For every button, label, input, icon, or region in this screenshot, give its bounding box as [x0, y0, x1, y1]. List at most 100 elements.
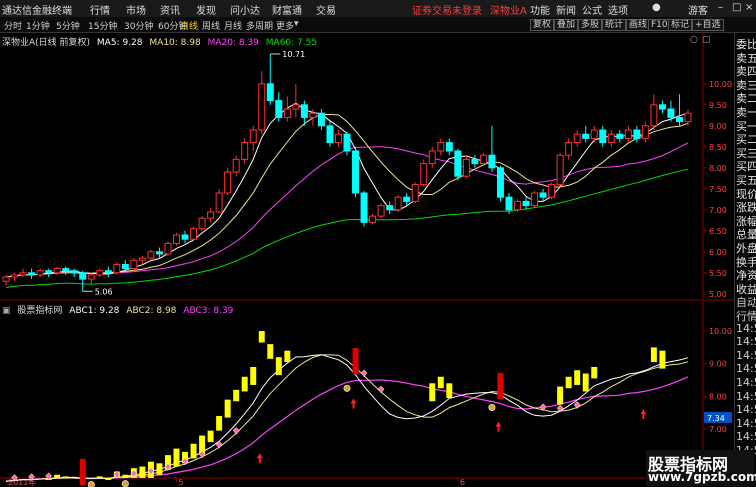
pane-expand-icon[interactable]: ▢ [702, 35, 711, 45]
signal-bar [173, 448, 180, 467]
signal-bar [250, 366, 257, 385]
ma20-line [5, 142, 689, 278]
pane-close-icon[interactable]: ○ [690, 35, 698, 45]
signal-bar [258, 331, 265, 343]
abc3-legend: ABC3: 8.39 [183, 306, 234, 316]
candle-body [641, 125, 649, 139]
signal-bar [267, 344, 274, 359]
candle-body [104, 270, 112, 274]
kline-chart[interactable]: 10.00 9.50 9.00 8.50 8.00 7.50 7.00 6.50 6.00 5.5… [0, 0, 734, 487]
candle-body [531, 192, 539, 207]
candle-body [190, 228, 198, 240]
ma5-legend: MA5: 9.28 [96, 38, 143, 48]
candle-body [334, 133, 342, 144]
candle-body [121, 263, 129, 270]
candle-body [53, 268, 61, 274]
candle-body [565, 142, 573, 156]
date-label: 5 [179, 478, 184, 487]
price-tick-label: 5.50 [709, 269, 727, 278]
signal-bar [557, 386, 564, 405]
candle-body [181, 234, 189, 240]
candle-body [394, 196, 402, 211]
indicator-tick-label: 9.00 [709, 360, 727, 369]
indicator-tick-label: 8.00 [709, 392, 727, 401]
candle-body [300, 104, 308, 118]
side-panel-label: 14:5 [736, 321, 756, 335]
side-panel-label: 14:5 [736, 376, 756, 389]
indicator-tick-label: 10.00 [709, 327, 732, 336]
candle-body [599, 129, 607, 144]
candle-body [11, 274, 19, 278]
candle-body [317, 112, 325, 127]
candle-body [582, 133, 590, 139]
candle-body [173, 234, 180, 244]
candle-body [130, 259, 138, 270]
signal-bar [574, 370, 581, 385]
candle-body [369, 215, 377, 223]
candle-body [454, 150, 462, 177]
candle-body [573, 133, 581, 144]
candle-body [667, 108, 675, 118]
signal-bar [62, 476, 69, 479]
candle-body [62, 268, 70, 272]
coin-icon [488, 404, 496, 412]
watermark-url: www.7gpzb.com [648, 470, 756, 484]
candle-body [522, 200, 530, 207]
candle-body [147, 251, 155, 259]
ma10-legend: MA10: 8.98 [149, 38, 201, 48]
signal-bar [659, 350, 666, 369]
candle-body [138, 257, 146, 261]
candle-body [241, 142, 249, 160]
abc1-legend: ABC1: 9.28 [69, 306, 120, 316]
candle-body [224, 171, 232, 194]
up-arrow-icon [256, 453, 263, 464]
candle-body [539, 192, 547, 198]
candle-body [488, 154, 496, 169]
candle-body [113, 263, 121, 274]
candle-body [292, 104, 300, 110]
signal-bar [582, 373, 589, 392]
candle-body [650, 104, 658, 127]
candle-body [309, 112, 317, 118]
candle-body [275, 100, 283, 118]
candle-body [19, 272, 27, 276]
candle-body [343, 133, 351, 152]
ma60-legend: MA60: 7.55 [265, 38, 318, 48]
signal-bar [565, 376, 572, 389]
candle-body [590, 129, 598, 139]
candle-body [155, 251, 163, 255]
candle-body [360, 192, 368, 223]
indicator-settings-icon[interactable]: ▣ [2, 306, 11, 316]
side-panel-label: 14:5 [736, 362, 756, 376]
indicator-tick-label: 7.00 [709, 425, 727, 434]
candle-body [445, 142, 453, 152]
diamond-icon [573, 401, 581, 409]
price-tick-label: 9.00 [709, 122, 727, 131]
signal-bar [54, 474, 61, 478]
close-icon[interactable]: × [745, 2, 753, 13]
buy-signal-bar [79, 458, 86, 486]
signal-bar [96, 476, 103, 479]
signal-bar [224, 399, 231, 418]
candle-body [462, 158, 470, 177]
candle-body [79, 272, 87, 280]
price-tick-label: 7.00 [709, 206, 727, 215]
price-tick-label: 5.00 [709, 290, 727, 299]
lower-info-line: ▣ 股票指标网 ABC1: 9.28 ABC2: 8.98 ABC3: 8.39 [2, 303, 237, 316]
signal-bar [437, 376, 444, 389]
signal-bar [122, 474, 129, 478]
signal-bar [105, 478, 112, 480]
price-tick-label: 8.50 [709, 143, 727, 152]
high-price-label: 10.71 [282, 50, 305, 59]
signal-bar [156, 463, 163, 475]
candle-body [87, 274, 95, 280]
signal-bar [275, 357, 282, 376]
candle-body [479, 154, 487, 165]
quote-side-panel: 委比 卖五 卖四 卖三 卖二 卖一 买一 买二 买三 买四 买五 现价 涨跌 涨幅 总量 外盘 换手 净资 收益 自动… [734, 33, 756, 487]
candle-body [36, 270, 44, 276]
upper-info-line: 深物业A(日线 前复权) MA5: 9.28 MA10: 8.98 MA20: … [2, 35, 321, 48]
candle-body [556, 154, 564, 186]
candle-body [624, 129, 632, 139]
candle-body [207, 211, 215, 219]
up-arrow-icon [640, 409, 647, 420]
